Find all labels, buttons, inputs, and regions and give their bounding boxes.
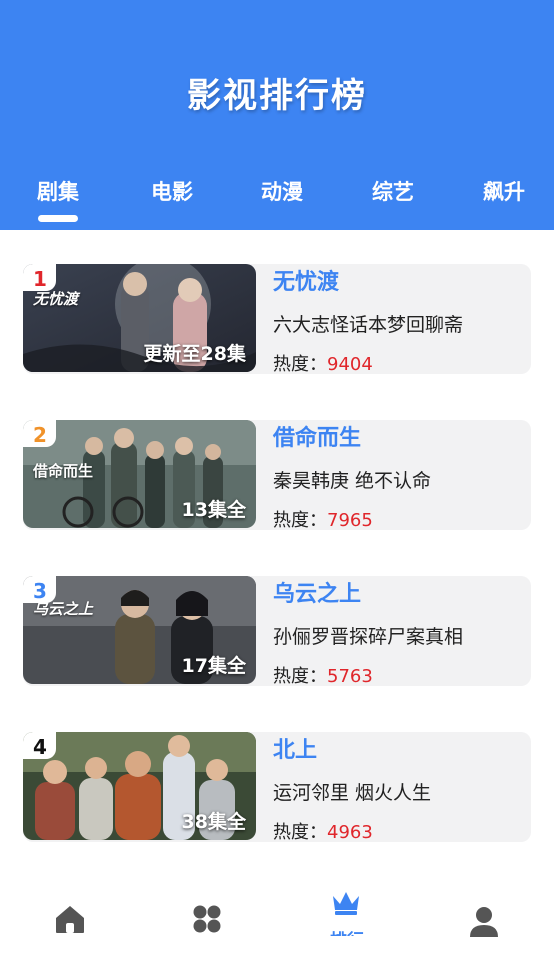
nav-ranking[interactable]: 排行 <box>307 880 387 953</box>
heat-score: 热度：7965 <box>273 506 373 532</box>
rank-number: 3 <box>33 579 47 603</box>
heat-label: 热度： <box>273 354 327 375</box>
bottom-navigation: 排行 <box>0 880 554 953</box>
tab-label: 综艺 <box>372 180 414 204</box>
rank-number: 4 <box>33 735 47 759</box>
rank-badge: 1 <box>23 264 56 291</box>
home-icon <box>56 906 84 933</box>
heat-value: 5763 <box>327 666 373 687</box>
episode-count: 13集全 <box>181 499 246 521</box>
category-tabs: 剧集 电影 动漫 综艺 飙升 <box>0 176 554 226</box>
episode-count: 更新至28集 <box>143 343 246 365</box>
heat-score: 热度：5763 <box>273 662 373 688</box>
heat-score: 热度：9404 <box>273 350 373 376</box>
tab-label: 剧集 <box>37 180 79 204</box>
poster-image[interactable]: 无忧渡 1 更新至28集 <box>23 264 256 372</box>
rank-number: 2 <box>33 423 47 447</box>
list-item[interactable]: 4 38集全 北上 运河邻里 烟火人生 热度：4963 <box>23 732 531 844</box>
grid-icon <box>193 905 221 933</box>
tab-movie[interactable]: 电影 <box>132 176 212 206</box>
active-tab-indicator <box>38 215 78 222</box>
tab-anime[interactable]: 动漫 <box>242 176 322 206</box>
heat-value: 7965 <box>327 510 373 531</box>
nav-profile[interactable] <box>445 880 525 953</box>
nav-ranking-label: 排行 <box>307 926 387 936</box>
heat-label: 热度： <box>273 510 327 531</box>
tab-label: 动漫 <box>261 180 303 204</box>
poster-title-text: 借命而生 <box>33 462 94 480</box>
tab-variety[interactable]: 综艺 <box>353 176 433 206</box>
list-item[interactable]: 借命而生 2 13集全 借命而生 秦昊韩庚 绝不认命 热度：7965 <box>23 420 531 532</box>
poster-image[interactable]: 乌云之上 3 17集全 <box>23 576 256 684</box>
heat-value: 4963 <box>327 822 373 843</box>
show-title[interactable]: 无忧渡 <box>273 264 339 296</box>
tab-series[interactable]: 剧集 <box>18 176 98 222</box>
poster-image[interactable]: 4 38集全 <box>23 732 256 840</box>
poster-image[interactable]: 借命而生 2 13集全 <box>23 420 256 528</box>
heat-score: 热度：4963 <box>273 818 373 844</box>
tab-label: 飙升 <box>483 180 525 204</box>
nav-home[interactable] <box>30 880 110 953</box>
nav-discover[interactable] <box>168 880 248 953</box>
user-icon <box>470 907 498 937</box>
poster-title-text: 无忧渡 <box>33 290 79 308</box>
show-description: 秦昊韩庚 绝不认命 <box>273 470 432 492</box>
show-description: 孙俪罗晋探碎尸案真相 <box>273 626 464 648</box>
show-title[interactable]: 北上 <box>273 732 317 764</box>
tab-rising[interactable]: 飙升 <box>464 176 544 206</box>
header: 影视排行榜 剧集 电影 动漫 综艺 飙升 <box>0 0 554 230</box>
crown-icon <box>333 892 359 915</box>
episode-count: 38集全 <box>181 811 246 833</box>
show-title[interactable]: 借命而生 <box>273 420 361 452</box>
rank-badge: 2 <box>23 420 56 447</box>
page-title: 影视排行榜 <box>187 76 367 116</box>
show-description: 运河邻里 烟火人生 <box>273 782 432 804</box>
list-item[interactable]: 乌云之上 3 17集全 乌云之上 孙俪罗晋探碎尸案真相 热度：5763 <box>23 576 531 688</box>
list-item[interactable]: 无忧渡 1 更新至28集 无忧渡 六大志怪话本梦回聊斋 热度：9404 <box>23 264 531 376</box>
rank-number: 1 <box>33 267 47 291</box>
rank-badge: 4 <box>23 732 56 759</box>
rank-badge: 3 <box>23 576 56 603</box>
tab-label: 电影 <box>151 180 193 204</box>
heat-label: 热度： <box>273 822 327 843</box>
heat-value: 9404 <box>327 354 373 375</box>
show-description: 六大志怪话本梦回聊斋 <box>273 314 464 336</box>
show-title[interactable]: 乌云之上 <box>273 576 361 608</box>
episode-count: 17集全 <box>181 655 246 677</box>
heat-label: 热度： <box>273 666 327 687</box>
